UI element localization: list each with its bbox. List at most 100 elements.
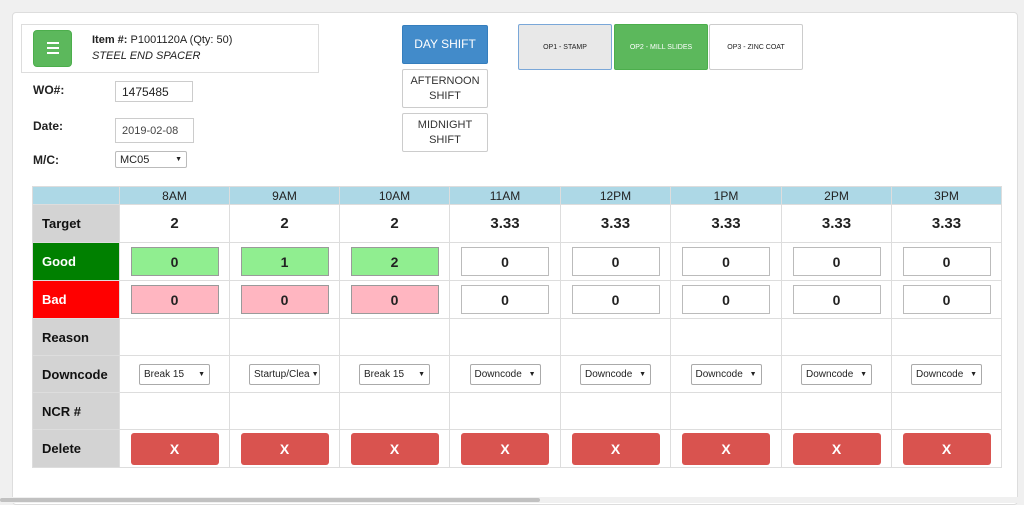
good-input[interactable]: 0	[130, 247, 219, 276]
delete-button[interactable]: X	[130, 432, 219, 465]
good-input[interactable]: 0	[792, 247, 881, 276]
delete-button[interactable]: X	[682, 432, 770, 465]
delete-button[interactable]: X	[461, 432, 549, 465]
midnight-shift-button[interactable]: MIDNIGHT SHIFT	[402, 113, 488, 152]
downcode-value: Downcode	[695, 368, 743, 380]
downcode-row: Downcode Break 15 ▼ Startup/Clea ▼ Break 1…	[32, 355, 1002, 393]
reason-cell[interactable]	[670, 318, 782, 356]
mc-select[interactable]: MC05 ▼	[115, 151, 187, 168]
bad-input[interactable]: 0	[350, 285, 439, 314]
delete-button[interactable]: X	[240, 432, 329, 465]
date-input[interactable]: 2019-02-08	[115, 118, 194, 143]
dropdown-arrow-icon: ▼	[175, 156, 182, 163]
dropdown-arrow-icon: ▼	[860, 370, 867, 378]
reason-cell[interactable]	[560, 318, 671, 356]
delete-row-label: Delete	[32, 429, 120, 468]
hour-header: 10AM	[339, 186, 450, 205]
downcode-select[interactable]: Downcode ▼	[469, 363, 541, 385]
bad-input[interactable]: 0	[902, 285, 991, 314]
downcode-select[interactable]: Downcode ▼	[580, 363, 651, 385]
wo-input[interactable]: 1475485	[115, 81, 193, 102]
downcode-value: Downcode	[916, 368, 964, 380]
dropdown-arrow-icon: ▼	[311, 370, 319, 378]
mc-select-value: MC05	[120, 153, 150, 166]
downcode-select[interactable]: Break 15 ▼	[359, 363, 430, 385]
hour-header: 2PM	[781, 186, 892, 205]
downcode-select[interactable]: Downcode ▼	[801, 363, 872, 385]
target-cell: 3.33	[891, 204, 1002, 243]
bad-input[interactable]: 0	[461, 285, 549, 314]
op1-stamp-button[interactable]: OP1 - STAMP	[518, 24, 612, 70]
downcode-value: Startup/Clea	[254, 368, 310, 380]
header-corner	[32, 186, 120, 205]
delete-button[interactable]: X	[902, 432, 991, 465]
bad-input[interactable]: 0	[571, 285, 660, 314]
reason-cell[interactable]	[781, 318, 892, 356]
day-shift-button[interactable]: DAY SHIFT	[402, 25, 488, 64]
target-cell: 3.33	[449, 204, 561, 243]
reason-row-label: Reason	[32, 318, 120, 356]
ncr-row-label: NCR #	[32, 392, 120, 430]
delete-button[interactable]: X	[571, 432, 660, 465]
dropdown-arrow-icon: ▼	[749, 370, 757, 378]
ncr-cell[interactable]	[229, 392, 340, 430]
dropdown-arrow-icon: ▼	[418, 370, 425, 378]
good-input[interactable]: 2	[350, 247, 439, 276]
ncr-cell[interactable]	[339, 392, 450, 430]
good-input[interactable]: 0	[461, 247, 549, 276]
ncr-cell[interactable]	[781, 392, 892, 430]
delete-button[interactable]: X	[792, 432, 881, 465]
good-input[interactable]: 0	[682, 247, 770, 276]
reason-cell[interactable]	[339, 318, 450, 356]
downcode-row-label: Downcode	[32, 355, 120, 393]
downcode-value: Downcode	[474, 368, 522, 380]
scrollbar-thumb[interactable]	[0, 498, 540, 502]
item-number-line: Item #: P1001120A (Qty: 50)	[92, 34, 232, 46]
downcode-value: Downcode	[806, 368, 854, 380]
item-number-label: Item #:	[92, 34, 128, 46]
ncr-cell[interactable]	[891, 392, 1002, 430]
downcode-select[interactable]: Startup/Clea ▼	[249, 363, 320, 385]
good-input[interactable]: 0	[571, 247, 660, 276]
reason-cell[interactable]	[449, 318, 561, 356]
bad-input[interactable]: 0	[240, 285, 329, 314]
wo-label: WO#:	[33, 83, 65, 97]
dropdown-arrow-icon: ▼	[198, 370, 205, 378]
bad-input[interactable]: 0	[682, 285, 770, 314]
ncr-cell[interactable]	[560, 392, 671, 430]
bad-input[interactable]: 0	[130, 285, 219, 314]
ncr-cell[interactable]	[670, 392, 782, 430]
reason-cell[interactable]	[119, 318, 230, 356]
good-row-label: Good	[32, 242, 120, 281]
midnight-shift-label-line1: MIDNIGHT	[417, 118, 473, 131]
downcode-select[interactable]: Break 15 ▼	[139, 363, 210, 385]
hourly-production-table: 8AM 9AM 10AM 11AM 12PM 1PM 2PM 3PM Targe…	[32, 186, 1002, 468]
item-number-value: P1001120A (Qty: 50)	[130, 34, 233, 46]
dropdown-arrow-icon: ▼	[528, 370, 536, 378]
menu-button[interactable]	[33, 30, 72, 67]
good-row: Good 0 1 2 0 0 0 0 0	[32, 242, 1002, 281]
good-input[interactable]: 0	[902, 247, 991, 276]
afternoon-shift-button[interactable]: AFTERNOON SHIFT	[402, 69, 488, 108]
bad-input[interactable]: 0	[792, 285, 881, 314]
op2-mill-slides-button[interactable]: OP2 - MILL SLIDES	[614, 24, 708, 70]
date-label: Date:	[33, 119, 64, 133]
target-cell: 2	[229, 204, 340, 243]
ncr-cell[interactable]	[119, 392, 230, 430]
reason-cell[interactable]	[229, 318, 340, 356]
op3-zinc-coat-button[interactable]: OP3 - ZINC COAT	[709, 24, 803, 70]
downcode-value: Break 15	[364, 368, 405, 380]
hour-header: 11AM	[449, 186, 561, 205]
downcode-select[interactable]: Downcode ▼	[911, 363, 982, 385]
delete-button[interactable]: X	[350, 432, 439, 465]
good-input[interactable]: 1	[240, 247, 329, 276]
ncr-row: NCR #	[32, 392, 1002, 430]
afternoon-shift-label-line1: AFTERNOON	[410, 74, 480, 87]
downcode-select[interactable]: Downcode ▼	[690, 363, 762, 385]
mc-label: M/C:	[33, 153, 59, 167]
reason-cell[interactable]	[891, 318, 1002, 356]
ncr-cell[interactable]	[449, 392, 561, 430]
hours-header-row: 8AM 9AM 10AM 11AM 12PM 1PM 2PM 3PM	[32, 186, 1002, 205]
horizontal-scrollbar[interactable]	[0, 497, 1024, 503]
target-cell: 2	[119, 204, 230, 243]
